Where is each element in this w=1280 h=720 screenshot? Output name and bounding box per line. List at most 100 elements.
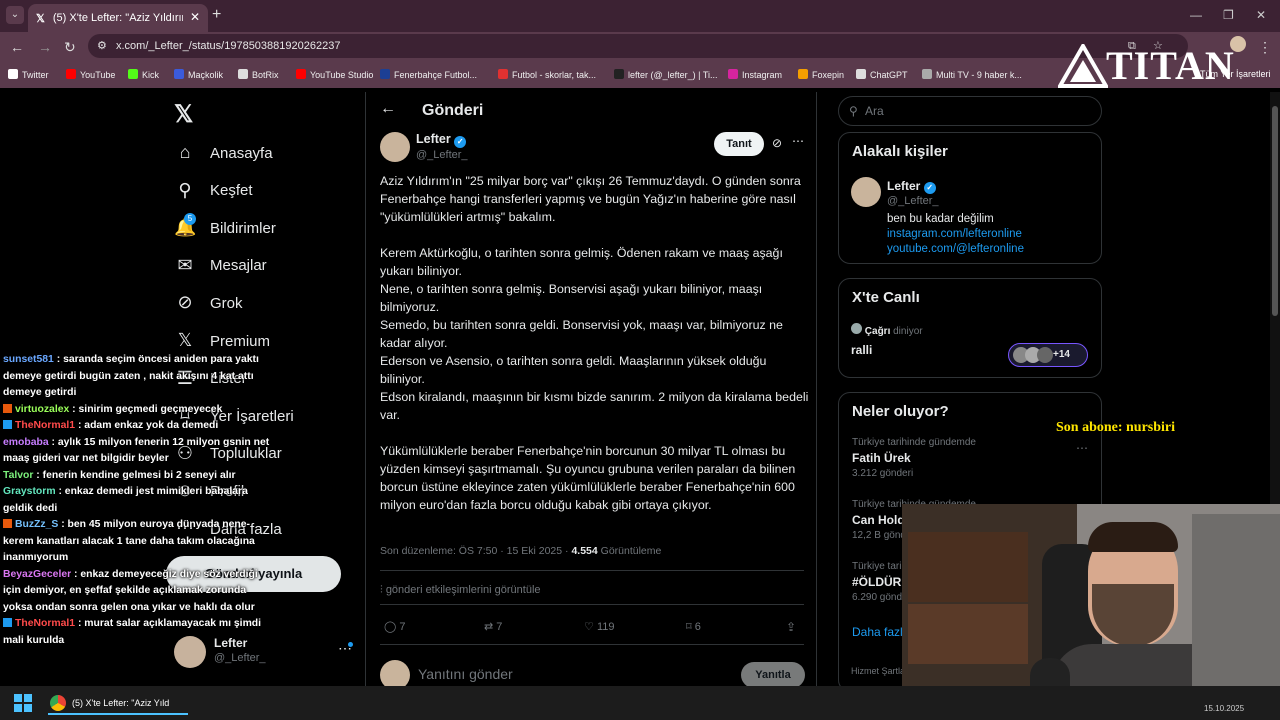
view-interactions-text: gönderi etkileşimlerini görüntüle: [385, 584, 541, 596]
nav-item-label: Bildirimler: [210, 219, 276, 237]
related-title: Alakalı kişiler: [852, 143, 948, 160]
bookmark-item[interactable]: Foxepin: [798, 69, 844, 80]
bookmark-item[interactable]: YouTube Studio: [296, 69, 373, 80]
site-info-icon[interactable]: ⚙: [97, 34, 107, 58]
nav-item-search[interactable]: ⚲ Keşfet: [174, 180, 252, 202]
bookmark-item[interactable]: Maçkolik: [174, 69, 223, 80]
related-avatar[interactable]: [851, 177, 881, 207]
bookmark-item[interactable]: BotRix: [238, 69, 279, 80]
post-timestamp: Son düzenleme: ÖS 7:50 · 15 Eki 2025 ·: [380, 545, 572, 557]
chat-username: Talvor: [3, 469, 34, 481]
taskbar-chrome-app[interactable]: (5) X'te Lefter: "Aziz Yıld: [48, 691, 188, 715]
related-bio: ben bu kadar değilim: [887, 213, 994, 225]
reply-button[interactable]: Yanıtla: [741, 662, 805, 688]
nav-item-label: Anasayfa: [210, 144, 273, 162]
bookmark-item[interactable]: YouTube: [66, 69, 115, 80]
close-window-icon[interactable]: ✕: [1256, 8, 1266, 22]
live-host: Çağrı diniyor: [851, 323, 923, 337]
repost-action[interactable]: ⇄ 7: [484, 620, 502, 633]
all-bookmarks-link[interactable]: Tüm Yer İşaretleri: [1200, 69, 1271, 79]
bookmark-item[interactable]: Fenerbahçe Futbol...: [380, 69, 477, 80]
chat-username: TheNormal1: [15, 618, 76, 629]
bookmark-favicon-icon: [296, 69, 306, 79]
chat-username: BeyazGeceler: [3, 568, 72, 580]
minimize-icon[interactable]: —: [1190, 8, 1202, 22]
live-host-name: Çağrı: [864, 326, 891, 337]
nav-item-x-logo[interactable]: 𝕏 Premium: [174, 330, 270, 352]
like-action[interactable]: ♡ 119: [584, 620, 614, 633]
bookmark-favicon-icon: [8, 69, 18, 79]
bookmark-item[interactable]: ChatGPT: [856, 69, 908, 80]
chat-username: Graystorm: [3, 486, 56, 497]
author-avatar[interactable]: [380, 132, 410, 162]
windows-start-icon[interactable]: [14, 694, 32, 712]
nav-item-mail[interactable]: ✉ Mesajlar: [174, 255, 266, 277]
author-handle[interactable]: @_Lefter_: [416, 149, 468, 161]
search-input[interactable]: ⚲ Ara: [838, 96, 1102, 126]
back-arrow-icon[interactable]: ←: [380, 100, 396, 118]
grok-icon: ⊘: [177, 292, 193, 313]
bookmark-item[interactable]: Twitter: [8, 69, 49, 80]
search-placeholder: Ara: [865, 104, 884, 118]
taskbar-app-title: (5) X'te Lefter: "Aziz Yıld: [72, 698, 170, 708]
tab-search-button[interactable]: ⌄: [6, 6, 24, 24]
new-tab-button[interactable]: +: [212, 6, 221, 24]
post-paragraph: Kerem Aktürkoğlu, o tarihten sonra gelmi…: [380, 246, 809, 422]
live-card: X'te Canlı Çağrı diniyor ralli +14: [838, 278, 1102, 378]
youtube-link[interactable]: youtube.com/@lefteronline: [887, 243, 1024, 255]
x-favicon-icon: 𝕏: [36, 12, 45, 25]
bookmark-item[interactable]: lefter (@_lefter_) | Ti...: [614, 69, 718, 80]
show-more-link[interactable]: Daha fazla: [852, 625, 909, 639]
post-paragraph: Yükümlülüklerle beraber Fenerbahçe'nin b…: [380, 444, 796, 512]
close-tab-icon[interactable]: ✕: [190, 10, 200, 24]
reply-input[interactable]: Yanıtını gönder: [418, 666, 513, 682]
views-label: Görüntüleme: [600, 545, 662, 557]
menu-icon[interactable]: ⋮: [1258, 39, 1272, 56]
nav-item-bell[interactable]: 🔔 Bildirimler 5: [174, 213, 276, 239]
nav-item-home[interactable]: ⌂ Anasayfa: [174, 142, 273, 164]
trend-more-icon[interactable]: ⋯: [1076, 441, 1088, 455]
bookmark-action[interactable]: ⌑ 6: [686, 620, 701, 633]
chat-message: TheNormal1 : adam enkaz yok da demedi: [0, 418, 270, 435]
bookmark-item[interactable]: Kick: [128, 69, 159, 80]
x-logo-icon[interactable]: 𝕏: [174, 100, 193, 129]
bookmark-item[interactable]: Multi TV - 9 haber k...: [922, 69, 1022, 80]
chat-message: sunset581 : saranda seçim öncesi aniden …: [0, 352, 270, 402]
related-name[interactable]: Lefter ✓: [887, 179, 936, 194]
reply-action[interactable]: ◯ 7: [384, 620, 406, 633]
nav-item-grok[interactable]: ⊘ Grok: [174, 292, 242, 314]
address-bar[interactable]: ⚙ x.com/_Lefter_/status/1978503881920262…: [88, 34, 1188, 58]
bookmark-item[interactable]: Futbol - skorlar, tak...: [498, 69, 596, 80]
trend-item[interactable]: Türkiye tarihinde gündemde Fatih Ürek 3.21…: [852, 437, 1092, 493]
bookmark-item[interactable]: Instagram: [728, 69, 782, 80]
bookmark-label: BotRix: [252, 70, 279, 80]
footer-links[interactable]: Hizmet Şartla: [851, 666, 905, 676]
live-listeners[interactable]: +14: [1008, 343, 1088, 367]
back-icon[interactable]: ←: [10, 39, 24, 55]
view-interactions-link[interactable]: ⫶ gönderi etkileşimlerini görüntüle: [380, 584, 541, 597]
browser-tab-bar: ⌄ 𝕏 (5) X'te Lefter: "Aziz Yıldırım'ın ✕…: [0, 0, 1280, 32]
chrome-icon: [50, 695, 66, 711]
bookmark-favicon-icon: [380, 69, 390, 79]
related-handle: @_Lefter_: [887, 195, 939, 207]
divider: [380, 604, 804, 605]
bookmark-label: YouTube: [80, 70, 116, 80]
author-name-text: Lefter: [416, 132, 451, 146]
browser-tab[interactable]: 𝕏 (5) X'te Lefter: "Aziz Yıldırım'ın ✕: [28, 4, 208, 32]
grok-icon[interactable]: ⊘: [772, 136, 782, 150]
trend-name: Fatih Ürek: [852, 451, 911, 465]
share-icon[interactable]: ⇪: [786, 620, 796, 634]
instagram-link[interactable]: instagram.com/lefteronline: [887, 228, 1022, 240]
author-name[interactable]: Lefter ✓: [416, 132, 467, 148]
scrollbar-thumb[interactable]: [1272, 106, 1278, 316]
maximize-icon[interactable]: ❐: [1223, 8, 1234, 22]
forward-icon[interactable]: →: [38, 39, 52, 55]
promote-button[interactable]: Tanıt: [714, 132, 764, 156]
related-people-card: Alakalı kişiler Lefter ✓ @_Lefter_ ben b…: [838, 132, 1102, 264]
page-title: Gönderi: [422, 102, 484, 119]
verified-badge-icon: ✓: [454, 136, 467, 148]
live-status: diniyor: [893, 326, 923, 337]
chat-separator: :: [58, 519, 68, 530]
reload-icon[interactable]: ↻: [64, 39, 76, 56]
post-more-icon[interactable]: ⋯: [792, 134, 804, 148]
